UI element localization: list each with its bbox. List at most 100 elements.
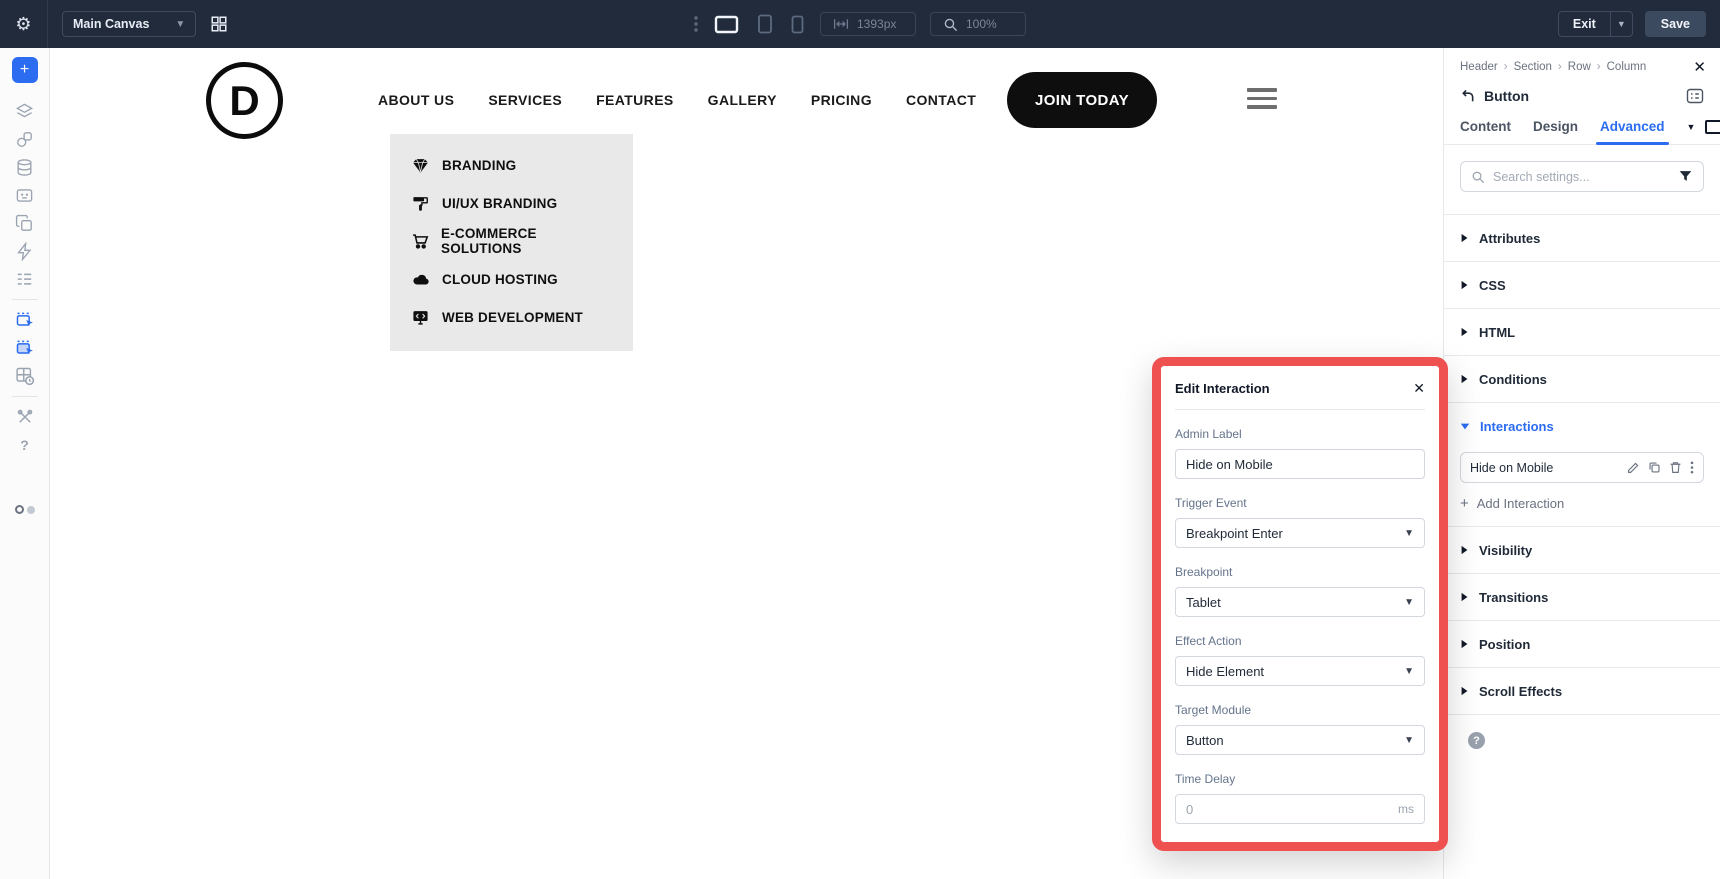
hamburger-menu-icon[interactable] [1247,88,1277,114]
section-visibility[interactable]: Visibility [1444,527,1720,574]
layers-icon[interactable] [8,97,42,125]
search-input[interactable] [1493,170,1670,184]
menu-item-ecommerce[interactable]: E-COMMERCE SOLUTIONS [390,222,633,260]
add-module-button[interactable]: + [12,57,38,83]
section-attributes[interactable]: Attributes [1444,215,1720,262]
plus-icon: + [1460,496,1469,511]
advanced-sections: Attributes CSS HTML Conditions Interacti… [1444,214,1720,715]
close-icon[interactable]: ✕ [1413,380,1425,397]
database-icon[interactable] [8,153,42,181]
breadcrumb: Header› Section› Row› Column [1444,48,1720,73]
settings-tabs: Content Design Advanced ▼ [1444,109,1720,145]
copy-icon[interactable] [8,209,42,237]
admin-label-label: Admin Label [1175,427,1425,441]
menu-item-web-development[interactable]: WEB DEVELOPMENT [390,298,633,336]
shapes-icon[interactable] [8,125,42,153]
target-module-select[interactable]: Button ▼ [1175,725,1425,755]
breadcrumb-section[interactable]: Section [1514,61,1552,73]
section-position[interactable]: Position [1444,621,1720,668]
settings-gear-icon[interactable]: ⚙ [0,0,48,48]
nav-link-pricing[interactable]: PRICING [811,92,872,108]
dock-panel-icon[interactable] [1686,87,1704,105]
breakpoint-select[interactable]: Tablet ▼ [1175,587,1425,617]
menu-item-uiux-branding[interactable]: UI/UX BRANDING [390,184,633,222]
add-interaction-button[interactable]: + Add Interaction [1460,496,1564,511]
back-arrow-icon[interactable] [1460,89,1475,104]
section-css[interactable]: CSS [1444,262,1720,309]
section-interactions[interactable]: Interactions [1444,403,1720,450]
cloud-icon [412,271,430,288]
site-logo: D [206,62,283,139]
breadcrumb-header[interactable]: Header [1460,61,1498,73]
top-toolbar: ⚙ Main Canvas ▼ [0,0,1720,48]
section-scroll-effects[interactable]: Scroll Effects [1444,668,1720,715]
time-delay-label: Time Delay [1175,772,1425,786]
section-html[interactable]: HTML [1444,309,1720,356]
nav-link-gallery[interactable]: GALLERY [708,92,777,108]
exit-split-button: Exit ▼ [1558,11,1633,37]
edit-pencil-icon[interactable] [1627,461,1640,474]
list-icon[interactable] [8,265,42,293]
view-toggle[interactable] [15,505,35,514]
more-options-icon[interactable] [1690,461,1694,474]
section-conditions[interactable]: Conditions [1444,356,1720,403]
chevron-down-icon[interactable]: ▼ [1687,122,1696,132]
more-options-icon[interactable] [694,16,698,32]
join-today-button[interactable]: JOIN TODAY [1007,72,1157,128]
modal-title: Edit Interaction [1175,381,1270,396]
menu-item-branding[interactable]: BRANDING [390,146,633,184]
tab-design[interactable]: Design [1533,109,1578,144]
nav-link-about[interactable]: ABOUT US [378,92,454,108]
grid-view-icon[interactable] [210,15,228,33]
admin-label-input[interactable] [1186,457,1414,472]
breadcrumb-column[interactable]: Column [1607,61,1647,73]
panel-help-icon[interactable]: ? [1468,732,1485,749]
design-brush-icon [412,195,430,212]
multi-interaction-icon[interactable] [8,334,42,362]
lightning-icon[interactable] [8,237,42,265]
zoom-control[interactable]: 100% [930,12,1026,36]
zoom-value: 100% [966,17,997,31]
delete-trash-icon[interactable] [1669,461,1682,474]
nav-link-features[interactable]: FEATURES [596,92,674,108]
tab-advanced[interactable]: Advanced [1600,109,1665,144]
grid-clock-icon[interactable] [8,362,42,390]
tools-icon[interactable] [8,403,42,431]
trigger-event-select[interactable]: Breakpoint Enter ▼ [1175,518,1425,548]
wireframe-icon[interactable] [8,181,42,209]
magnifier-icon [943,17,958,32]
target-module-label: Target Module [1175,703,1425,717]
canvas-width-control[interactable]: 1393px [820,12,916,36]
tablet-view-icon[interactable] [755,12,775,36]
toggle-dot-inactive [27,506,35,514]
effect-action-select[interactable]: Hide Element ▼ [1175,656,1425,686]
time-delay-input[interactable] [1186,802,1398,817]
tab-content[interactable]: Content [1460,109,1511,144]
filter-icon[interactable] [1678,169,1693,184]
click-interaction-icon[interactable] [8,306,42,334]
desktop-view-icon[interactable] [712,13,741,36]
phone-view-icon[interactable] [789,13,806,36]
chevron-down-icon: ▼ [175,19,185,30]
duplicate-icon[interactable] [1648,461,1661,474]
nav-link-services[interactable]: SERVICES [488,92,562,108]
interaction-item[interactable]: Hide on Mobile [1460,452,1704,483]
desktop-preview-icon[interactable] [1705,120,1720,134]
trigger-event-label: Trigger Event [1175,496,1425,510]
menu-item-cloud-hosting[interactable]: CLOUD HOSTING [390,260,633,298]
exit-options-icon[interactable]: ▼ [1610,12,1632,36]
nav-link-contact[interactable]: CONTACT [906,92,976,108]
edit-interaction-modal: Edit Interaction ✕ Admin Label Trigger E… [1152,357,1448,851]
breadcrumb-row[interactable]: Row [1568,61,1591,73]
left-sidebar: + [0,48,50,879]
time-delay-unit: ms [1398,802,1414,816]
help-icon[interactable]: ? [8,431,42,459]
section-transitions[interactable]: Transitions [1444,574,1720,621]
save-button[interactable]: Save [1645,11,1706,37]
caret-right-icon [1460,686,1469,696]
close-icon[interactable]: ✕ [1693,58,1706,76]
admin-label-field-wrap [1175,449,1425,479]
caret-right-icon [1460,327,1469,337]
exit-button[interactable]: Exit [1559,12,1610,36]
canvas-select-dropdown[interactable]: Main Canvas ▼ [62,11,196,37]
